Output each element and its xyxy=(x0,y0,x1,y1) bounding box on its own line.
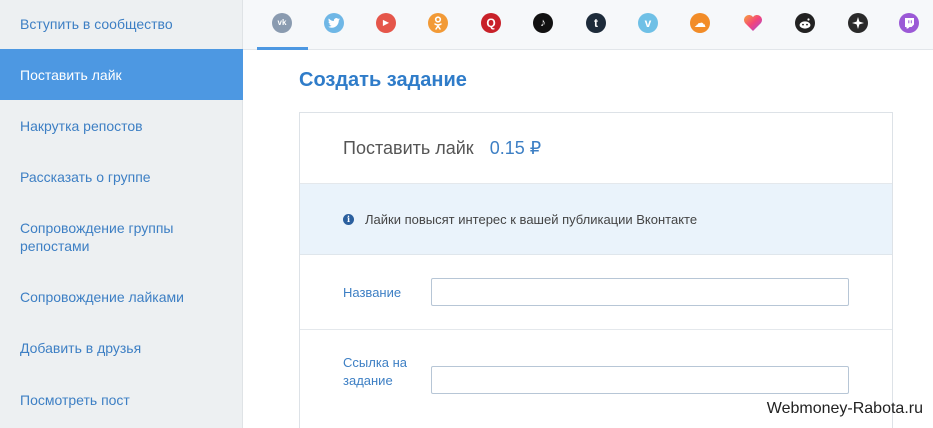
name-field-row: Название xyxy=(300,255,892,330)
tumblr-icon[interactable]: t xyxy=(586,13,606,33)
name-input[interactable] xyxy=(431,278,849,306)
page-title: Создать задание xyxy=(299,69,467,91)
twitch-icon[interactable] xyxy=(899,13,919,33)
youtube-icon[interactable]: ▶ xyxy=(376,13,396,33)
sidebar-item-label: Сопровождение лайками xyxy=(20,289,184,305)
sidebar-item-label: Добавить в друзья xyxy=(20,340,142,356)
sidebar-item-label: Вступить в сообщество xyxy=(20,16,173,32)
task-type-name: Поставить лайк xyxy=(343,137,474,158)
active-tab-indicator xyxy=(257,47,308,50)
likee-icon[interactable] xyxy=(743,13,763,33)
watermark: Webmoney-Rabota.ru xyxy=(766,400,923,417)
sidebar-item-label: Рассказать о группе xyxy=(20,169,151,185)
sidebar-item-like[interactable]: Поставить лайк xyxy=(0,49,243,100)
sidebar-item-like-support[interactable]: Сопровождение лайками xyxy=(0,273,243,321)
compass-icon[interactable] xyxy=(848,13,868,33)
sidebar-item-label: Посмотреть пост xyxy=(20,392,130,408)
link-field-label: Ссылка на задание xyxy=(343,355,408,388)
info-icon: i xyxy=(343,213,354,225)
twitter-icon[interactable] xyxy=(324,13,344,33)
task-form-card: Поставить лайк 0.15 ₽ i Лайки повысят ин… xyxy=(299,112,893,428)
sidebar: Вступить в сообщество Поставить лайк Нак… xyxy=(0,0,243,428)
sidebar-item-join-community[interactable]: Вступить в сообщество xyxy=(0,0,243,48)
name-field-label: Название xyxy=(343,285,402,300)
vimeo-icon[interactable]: v xyxy=(638,13,658,33)
vk-icon[interactable]: vk xyxy=(272,13,292,33)
sidebar-item-add-friends[interactable]: Добавить в друзья xyxy=(0,324,243,372)
odnoklassniki-icon[interactable] xyxy=(428,13,448,33)
link-input[interactable] xyxy=(431,366,849,394)
sidebar-item-label: Поставить лайк xyxy=(20,66,122,83)
task-price: 0.15 ₽ xyxy=(489,137,542,158)
reddit-icon[interactable] xyxy=(795,13,815,33)
sidebar-item-tell-about-group[interactable]: Рассказать о группе xyxy=(0,153,243,201)
info-text: Лайки повысят интерес к вашей публикации… xyxy=(365,211,698,227)
soundcloud-icon[interactable]: ☁ xyxy=(690,13,710,33)
quora-icon[interactable]: Q xyxy=(481,13,501,33)
sidebar-item-label: Сопровождение группы репостами xyxy=(20,220,174,254)
sidebar-item-view-post[interactable]: Посмотреть пост xyxy=(0,376,243,424)
info-banner: i Лайки повысят интерес к вашей публикац… xyxy=(300,184,892,255)
sidebar-item-group-reposts[interactable]: Сопровождение группы репостами xyxy=(0,210,243,264)
sidebar-item-label: Накрутка репостов xyxy=(20,118,143,134)
sidebar-item-reposts[interactable]: Накрутка репостов xyxy=(0,102,243,150)
tiktok-icon[interactable]: ♪ xyxy=(533,13,553,33)
task-summary: Поставить лайк 0.15 ₽ xyxy=(300,113,892,184)
